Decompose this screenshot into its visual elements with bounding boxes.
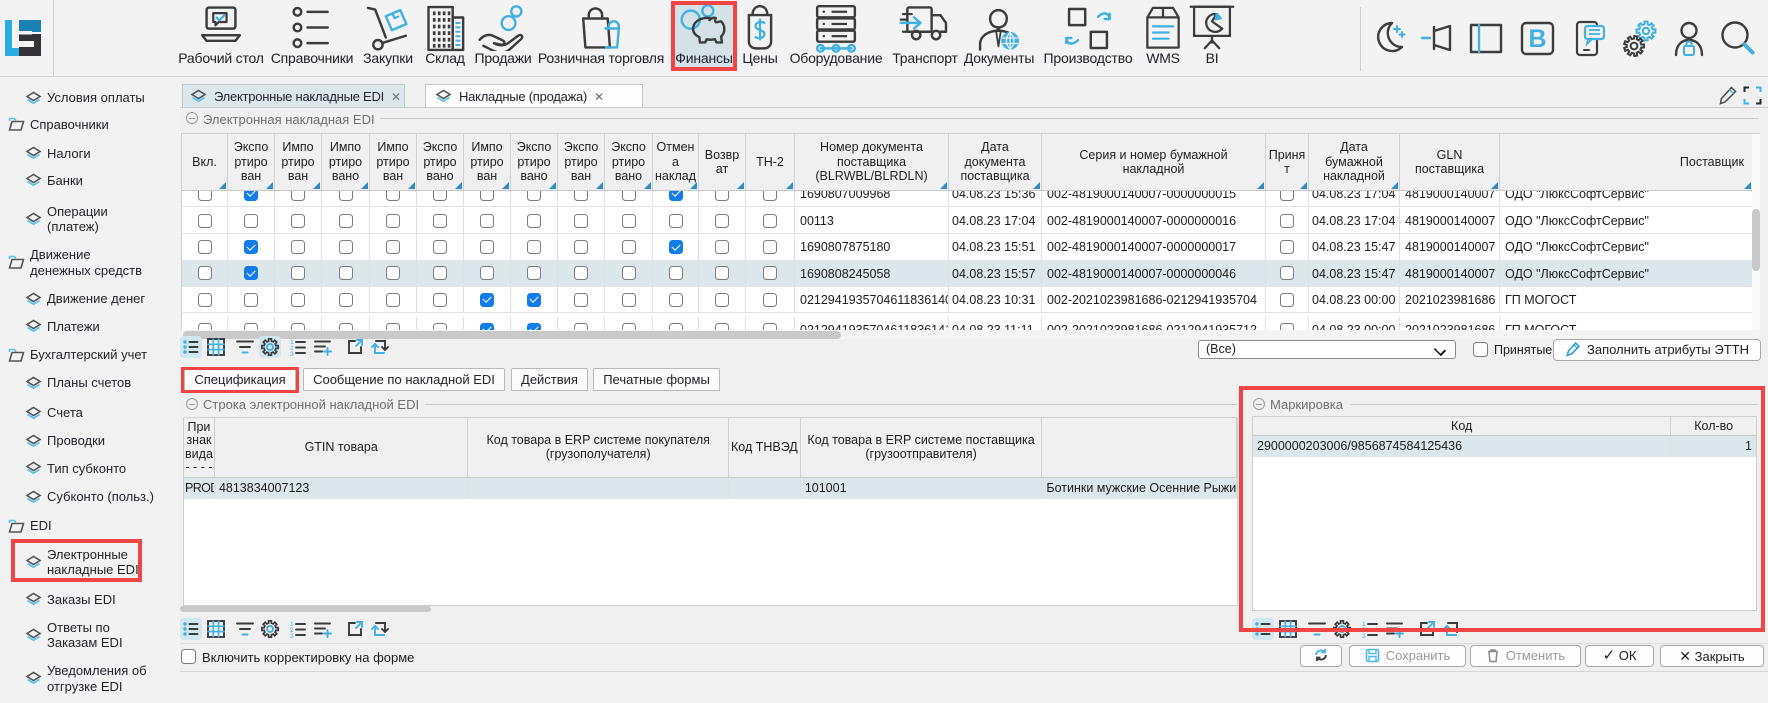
svg-text:3: 3	[290, 351, 294, 357]
svg-text:B: B	[1528, 25, 1546, 53]
svg-text:3: 3	[1362, 633, 1366, 639]
svg-text:3: 3	[290, 633, 294, 639]
